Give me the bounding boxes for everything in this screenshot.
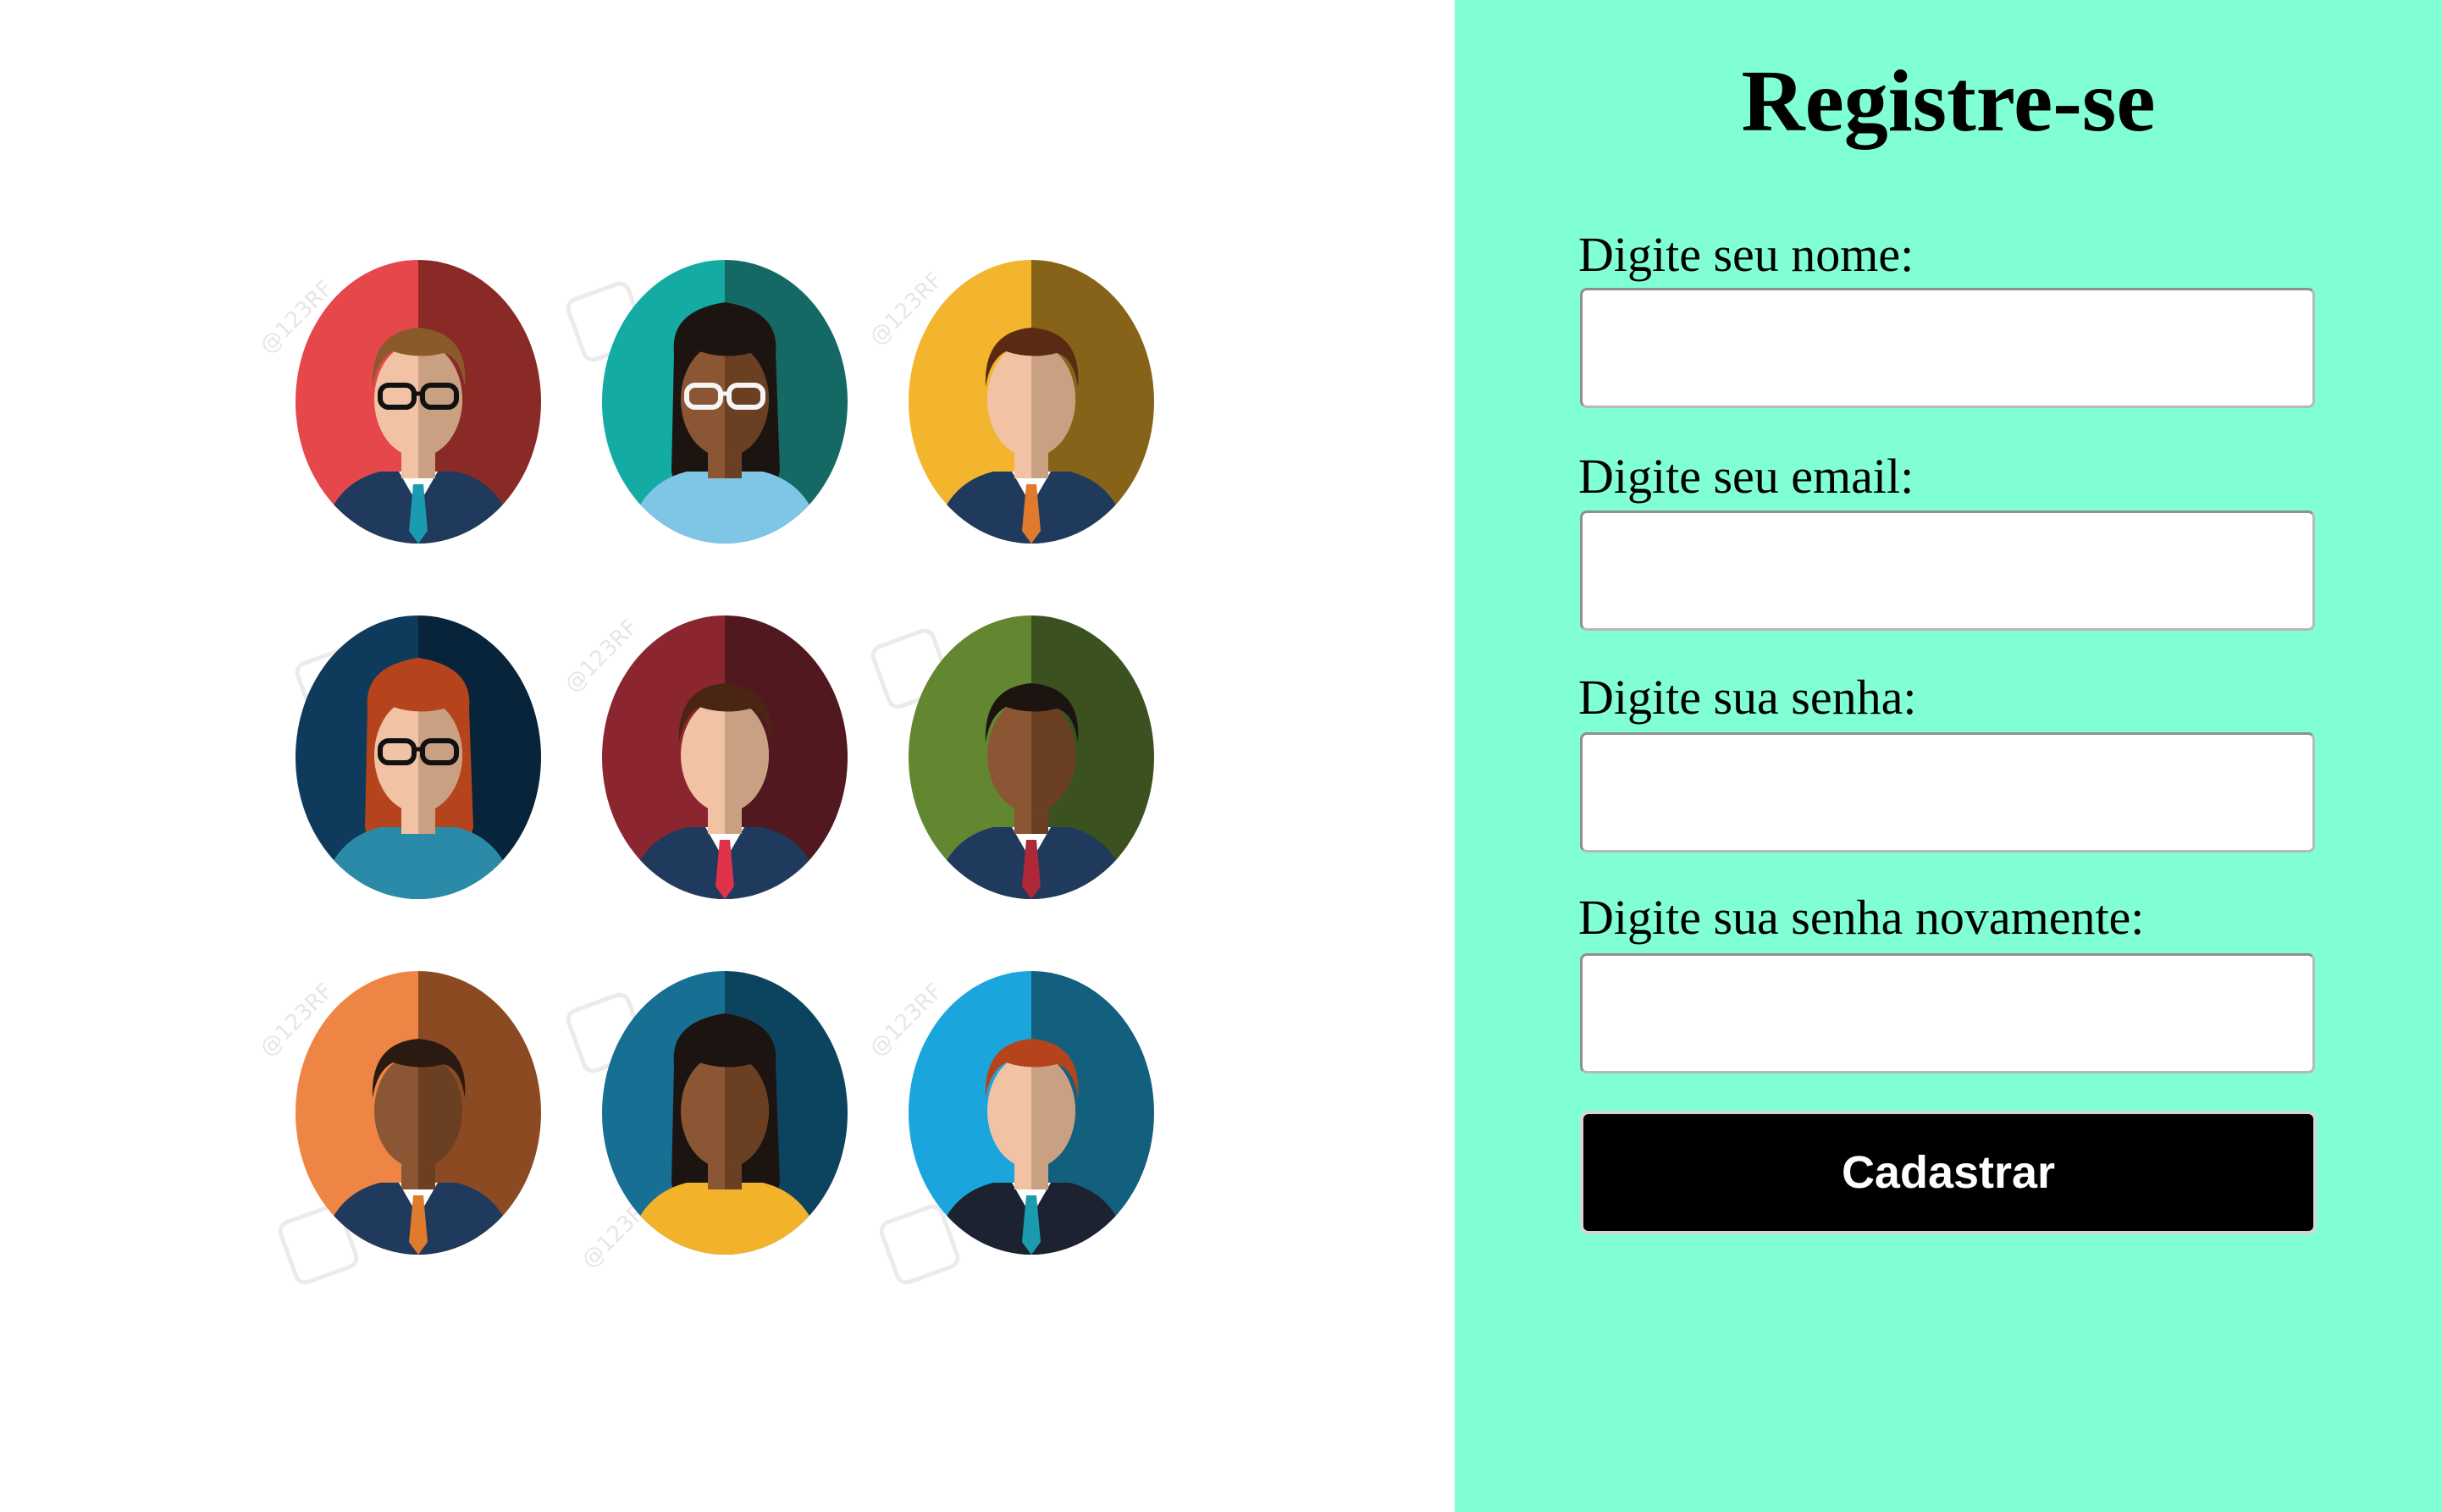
password-input[interactable] bbox=[1580, 732, 2315, 853]
name-label: Digite seu nome: bbox=[1578, 227, 1914, 282]
email-label: Digite seu email: bbox=[1578, 449, 1914, 504]
name-input[interactable] bbox=[1580, 288, 2315, 408]
avatar-man-glasses-red bbox=[296, 260, 541, 544]
page-title: Registre-se bbox=[1741, 52, 2156, 150]
avatar-woman-glasses-navy bbox=[296, 615, 541, 899]
avatar-man-orange bbox=[296, 971, 541, 1255]
avatar-man-lightblue bbox=[909, 971, 1154, 1255]
email-input[interactable] bbox=[1580, 510, 2315, 631]
avatar-man-yellow bbox=[909, 260, 1154, 544]
registration-panel: Registre-se Digite seu nome: Digite seu … bbox=[1455, 0, 2442, 1512]
submit-button[interactable]: Cadastrar bbox=[1580, 1111, 2317, 1234]
illustration-pane: @123RF @123RF @123RF @123RF @123RF @123RF bbox=[0, 0, 1455, 1512]
avatar-man-green bbox=[909, 615, 1154, 899]
avatar-grid: @123RF @123RF @123RF @123RF @123RF @123RF bbox=[251, 203, 1207, 1338]
password-label: Digite sua senha: bbox=[1578, 670, 1917, 725]
confirm-password-input[interactable] bbox=[1580, 953, 2315, 1073]
avatar-woman-blue bbox=[602, 971, 848, 1255]
avatar-woman-glasses-teal bbox=[602, 260, 848, 544]
confirm-password-label: Digite sua senha novamente: bbox=[1578, 890, 2145, 945]
avatar-man-maroon bbox=[602, 615, 848, 899]
registration-page: @123RF @123RF @123RF @123RF @123RF @123RF Reg… bbox=[0, 0, 2442, 1512]
